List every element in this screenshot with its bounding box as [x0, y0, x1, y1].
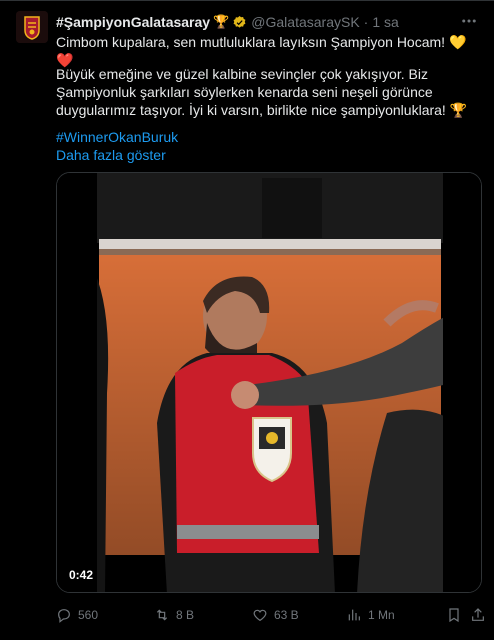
bookmark-button[interactable] [446, 607, 462, 623]
action-bar: 560 8 B 63 B 1 Mn [56, 607, 484, 627]
avatar[interactable] [16, 11, 48, 43]
more-options-icon[interactable] [460, 12, 478, 33]
video-frame [57, 173, 481, 592]
heart-icon [253, 609, 267, 622]
trophy-emoji-body: 🏆 [449, 102, 468, 118]
hashtag-link[interactable]: #WinnerOkanBuruk [56, 129, 178, 145]
display-name[interactable]: #ŞampiyonGalatasaray [56, 14, 210, 30]
tweet-body: Büyük emeğine ve güzel kalbine sevinçler… [56, 66, 450, 118]
verified-badge-icon [232, 15, 247, 30]
reply-button[interactable]: 560 [56, 607, 98, 623]
view-count: 1 Mn [368, 608, 395, 622]
like-count: 63 B [274, 608, 299, 622]
trophy-emoji: 🏆 [213, 14, 230, 29]
views-button[interactable]: 1 Mn [346, 607, 395, 623]
video-player[interactable]: 0:42 [56, 172, 482, 593]
tweet[interactable]: #ŞampiyonGalatasaray 🏆 @GalatasaraySK · … [0, 0, 494, 640]
repost-count: 8 B [176, 608, 195, 622]
reply-count: 560 [78, 608, 99, 622]
show-more-link[interactable]: Daha fazla göster [56, 147, 166, 163]
separator-dot: · [363, 14, 369, 30]
bookmark-icon [449, 608, 459, 623]
repost-icon [156, 609, 168, 621]
tweet-line1: Cimbom kupalara, sen mutluluklara layıks… [56, 34, 449, 50]
share-icon [472, 608, 484, 621]
galatasaray-crest-icon [16, 11, 48, 43]
like-button[interactable]: 63 B [252, 607, 299, 623]
reply-icon [58, 609, 70, 623]
tweet-text-line1: Cimbom kupalara, sen mutluluklara layıks… [56, 33, 480, 69]
repost-button[interactable]: 8 B [154, 607, 194, 623]
tweet-text-body: Büyük emeğine ve güzel kalbine sevinçler… [56, 65, 480, 119]
timestamp[interactable]: 1 sa [372, 14, 398, 30]
handle[interactable]: @GalatasaraySK [251, 14, 359, 30]
video-duration: 0:42 [65, 566, 98, 584]
views-chart-icon [348, 609, 360, 621]
share-button[interactable] [470, 607, 486, 623]
yellow-heart-emoji: 💛 [448, 34, 467, 50]
tweet-header: #ŞampiyonGalatasaray 🏆 @GalatasaraySK · … [56, 13, 478, 31]
